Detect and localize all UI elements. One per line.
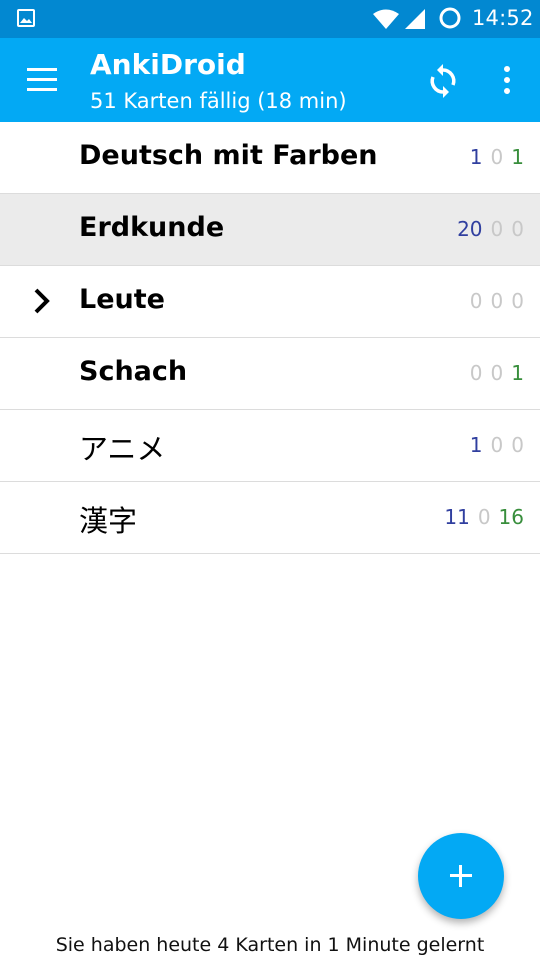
study-summary: Sie haben heute 4 Karten in 1 Minute gel… [55, 934, 485, 956]
menu-icon-line [27, 88, 57, 91]
sync-ring-icon [439, 7, 461, 29]
overflow-dot [504, 66, 510, 72]
deck-counts: 101 [462, 145, 524, 169]
app-bar: AnkiDroid 51 Karten fällig (18 min) [0, 38, 540, 122]
sync-icon[interactable] [420, 58, 466, 104]
deck-row[interactable]: 漢字 11 0 16 [0, 482, 540, 554]
learn-count: 0 [490, 145, 504, 169]
chevron-right-icon[interactable] [30, 286, 54, 316]
add-deck-button[interactable] [418, 833, 504, 919]
deck-row[interactable]: Schach 001 [0, 338, 540, 410]
plus-icon-stroke [459, 865, 462, 887]
deck-name: Deutsch mit Farben [79, 140, 378, 171]
deck-name: Leute [79, 284, 165, 315]
new-count: 0 [469, 289, 483, 313]
deck-row[interactable]: Erdkunde 20 0 0 [0, 194, 540, 266]
deck-counts: 000 [462, 289, 524, 313]
deck-counts: 11 0 16 [436, 505, 524, 529]
menu-icon [27, 68, 57, 71]
new-count: 1 [469, 433, 483, 457]
new-count: 11 [444, 505, 470, 529]
new-count: 0 [469, 361, 483, 385]
deck-name: アニメ [79, 432, 166, 466]
learn-count: 0 [477, 505, 491, 529]
app-title: AnkiDroid [90, 48, 246, 81]
review-count: 0 [511, 289, 524, 313]
overflow-dot [504, 77, 510, 83]
status-clock: 14:52 [472, 6, 534, 30]
overflow-dot [504, 88, 510, 94]
review-count: 1 [511, 361, 524, 385]
deck-row[interactable]: Leute 000 [0, 266, 540, 338]
review-count: 16 [498, 505, 524, 529]
learn-count: 0 [490, 361, 504, 385]
status-bar: 14:52 [0, 0, 540, 38]
due-cards-subtitle: 51 Karten fällig (18 min) [90, 89, 347, 113]
learn-count: 0 [490, 433, 504, 457]
new-count: 20 [457, 217, 483, 241]
review-count: 0 [511, 217, 524, 241]
deck-counts: 20 0 0 [449, 217, 524, 241]
overflow-menu-icon[interactable] [494, 60, 520, 100]
deck-counts: 100 [462, 433, 524, 457]
deck-name: Schach [79, 356, 188, 387]
review-count: 1 [511, 145, 524, 169]
menu-icon-line [27, 78, 57, 81]
learn-count: 0 [490, 289, 504, 313]
signal-icon [405, 9, 425, 29]
deck-row[interactable]: アニメ 100 [0, 410, 540, 482]
review-count: 0 [511, 433, 524, 457]
deck-counts: 001 [462, 361, 524, 385]
wifi-icon [373, 9, 399, 29]
deck-row[interactable]: Deutsch mit Farben 101 [0, 122, 540, 194]
new-count: 1 [469, 145, 483, 169]
deck-list: Deutsch mit Farben 101 Erdkunde 20 0 0 Leu… [0, 122, 540, 554]
menu-button[interactable] [20, 58, 64, 102]
deck-name: Erdkunde [79, 212, 225, 243]
deck-name: 漢字 [79, 504, 138, 538]
learn-count: 0 [490, 217, 504, 241]
image-notification-icon [17, 9, 35, 27]
